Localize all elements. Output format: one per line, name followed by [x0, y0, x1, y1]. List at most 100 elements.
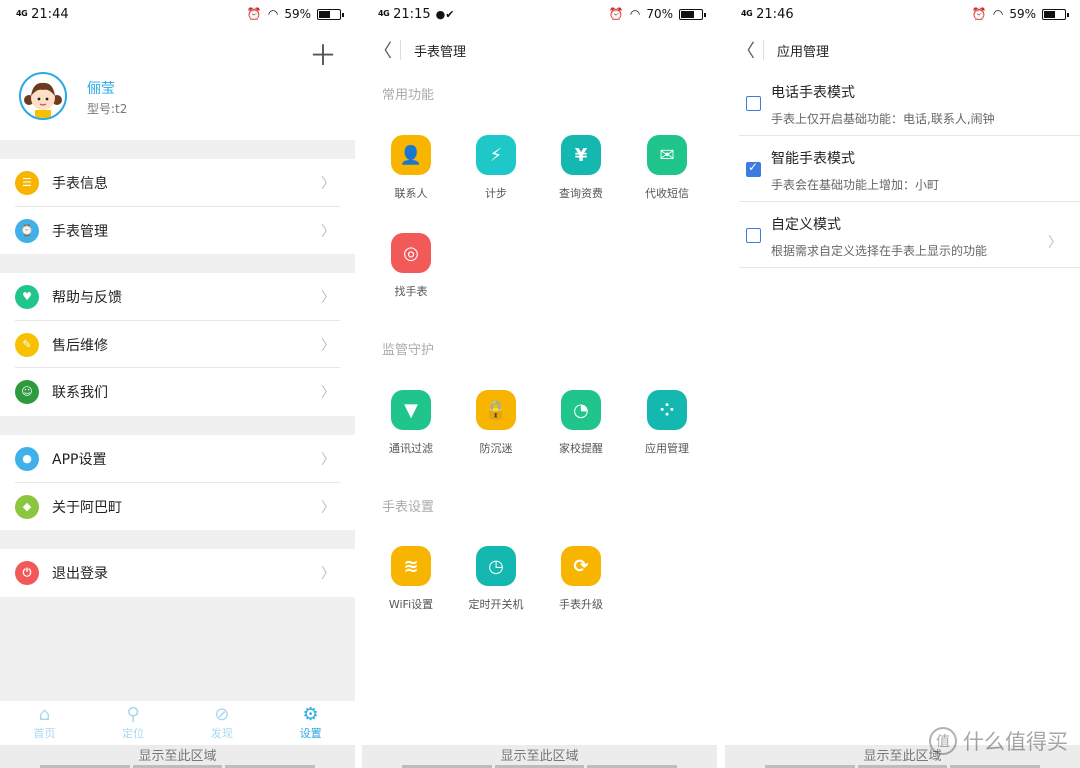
user-name: 俪莹 — [87, 81, 115, 97]
back-arrow-icon[interactable]: 〈 — [374, 37, 394, 63]
tab-settings[interactable]: ⚙ 设置 — [266, 701, 355, 745]
menu-item-logout[interactable]: ⏻ 退出登录 〉 — [0, 549, 355, 596]
alarm-icon: ⏰ — [608, 7, 624, 21]
display-limit-area: 显示至此区域 — [0, 745, 355, 768]
lightning-icon: ⚡ — [476, 135, 516, 175]
signal-icon: 4G — [16, 9, 28, 18]
feature-label: 防沉迷 — [479, 442, 513, 455]
chevron-right-icon: 〉 — [321, 175, 335, 192]
tab-location[interactable]: ⚲ 定位 — [89, 701, 178, 745]
mode-description: 根据需求自定义选择在手表上显示的功能 — [771, 244, 988, 258]
menu-item-watch-manage[interactable]: ⌚ 手表管理 〉 — [0, 207, 355, 254]
battery-fill — [681, 10, 695, 18]
mode-custom[interactable]: 自定义模式 根据需求自定义选择在手表上显示的功能 〉 — [739, 208, 1080, 274]
feature-steps[interactable]: ⚡ 计步 — [456, 135, 536, 201]
repair-icon: ✎ — [15, 332, 39, 357]
divider — [739, 201, 1080, 202]
chevron-right-icon: 〉 — [321, 499, 335, 516]
app-manage-screen: 4G 21:46 ⏰ ◠ 59% 〈 应用管理 电话手表模式 手表上仅开启基础功… — [725, 0, 1080, 768]
battery-fill — [319, 10, 331, 18]
about-icon: ◆ — [15, 494, 39, 519]
yuan-icon: ¥ — [561, 135, 601, 175]
feature-contacts[interactable]: 👤 联系人 — [371, 135, 451, 201]
menu-item-watch-info[interactable]: ☰ 手表信息 〉 — [0, 159, 355, 206]
upgrade-icon: ⟳ — [561, 546, 601, 586]
mode-title: 自定义模式 — [771, 217, 841, 233]
divider — [400, 40, 401, 60]
feature-upgrade[interactable]: ⟳ 手表升级 — [541, 546, 621, 612]
battery-icon — [1042, 8, 1069, 20]
menu-label: 手表信息 — [52, 175, 108, 192]
alarm-icon: ⏰ — [971, 7, 987, 21]
contact-icon: ☺ — [15, 379, 39, 404]
menu-item-about[interactable]: ◆ 关于阿巴町 〉 — [0, 483, 355, 530]
mode-checkbox[interactable] — [746, 228, 761, 243]
chevron-right-icon: 〉 — [321, 565, 335, 582]
menu-label: 关于阿巴町 — [52, 499, 122, 516]
watch-info-icon: ☰ — [15, 170, 39, 195]
contacts-icon: 👤 — [391, 135, 431, 175]
lock-icon: 🔒 — [476, 390, 516, 430]
settings-screen: 4G 21:44 ⏰ ◠ 59% ＋ 俪莹 型号:t2 ☰ 手表信息 〉 ⌚ 手… — [0, 0, 355, 768]
feature-label: 定时开关机 — [468, 598, 524, 611]
help-icon: ♥ — [15, 284, 39, 309]
tab-home[interactable]: ⌂ 首页 — [0, 701, 89, 745]
feature-label: WiFi设置 — [388, 598, 434, 611]
menu-item-help[interactable]: ♥ 帮助与反馈 〉 — [0, 273, 355, 320]
tab-discover[interactable]: ⊘ 发现 — [178, 701, 267, 745]
status-bar: 4G 21:15 ●✔ ⏰ ◠ 70% — [362, 0, 717, 28]
feature-app-manage[interactable]: ⁘ 应用管理 — [627, 390, 707, 456]
plus-icon[interactable]: ＋ — [309, 34, 337, 74]
feature-label: 找手表 — [394, 285, 428, 298]
feature-scheduled-power[interactable]: ◷ 定时开关机 — [456, 546, 536, 612]
mode-smart-watch[interactable]: 智能手表模式 手表会在基础功能上增加：小町 — [739, 142, 1080, 208]
tab-label: 定位 — [122, 727, 145, 740]
mail-icon: ✉ — [647, 135, 687, 175]
signal-icon: 4G — [741, 9, 753, 18]
menu-label: 退出登录 — [52, 565, 108, 582]
display-limit-text: 显示至此区域 — [138, 749, 217, 764]
section-title: 监管守护 — [382, 343, 435, 358]
mode-description: 手表会在基础功能上增加：小町 — [771, 178, 940, 192]
header: 〈 应用管理 — [725, 32, 1080, 68]
divider — [739, 135, 1080, 136]
section-divider — [0, 254, 355, 273]
signal-icon: 4G — [378, 9, 390, 18]
menu-item-app-settings[interactable]: ● APP设置 〉 — [0, 435, 355, 482]
watch-manage-icon: ⌚ — [15, 218, 39, 243]
feature-label: 查询资费 — [559, 187, 603, 200]
battery-icon — [679, 8, 706, 20]
watermark-logo-icon: 值 — [929, 727, 957, 755]
section-divider — [0, 416, 355, 435]
feature-check-fees[interactable]: ¥ 查询资费 — [541, 135, 621, 201]
chevron-right-icon: 〉 — [321, 289, 335, 306]
battery-percent: 70% — [646, 7, 673, 21]
feature-call-filter[interactable]: ▼ 通讯过滤 — [371, 390, 451, 456]
menu-label: APP设置 — [52, 451, 107, 468]
chevron-right-icon: 〉 — [321, 223, 335, 240]
mode-checkbox[interactable] — [746, 96, 761, 111]
feature-sms[interactable]: ✉ 代收短信 — [627, 135, 707, 201]
tab-label: 首页 — [33, 727, 56, 740]
battery-icon — [317, 8, 344, 20]
app-settings-icon: ● — [15, 446, 39, 471]
menu-item-contact[interactable]: ☺ 联系我们 〉 — [0, 368, 355, 415]
mode-phone-watch[interactable]: 电话手表模式 手表上仅开启基础功能：电话,联系人,闹钟 — [739, 76, 1080, 142]
feature-label: 手表升级 — [559, 598, 603, 611]
feature-wifi[interactable]: ≋ WiFi设置 — [371, 546, 451, 612]
feature-anti-addiction[interactable]: 🔒 防沉迷 — [456, 390, 536, 456]
menu-item-repair[interactable]: ✎ 售后维修 〉 — [0, 321, 355, 368]
mode-checkbox[interactable] — [746, 160, 761, 177]
back-arrow-icon[interactable]: 〈 — [737, 37, 757, 63]
feature-label: 联系人 — [394, 187, 428, 200]
avatar[interactable] — [19, 72, 67, 120]
alarm-icon: ⏰ — [246, 7, 262, 21]
chevron-right-icon: 〉 — [321, 384, 335, 401]
feature-school-reminder[interactable]: ◔ 家校提醒 — [541, 390, 621, 456]
display-limit-text: 显示至此区域 — [500, 749, 579, 764]
feature-find-watch[interactable]: ◎ 找手表 — [371, 233, 451, 299]
chevron-right-icon: 〉 — [321, 451, 335, 468]
watch-manage-screen: 4G 21:15 ●✔ ⏰ ◠ 70% 〈 手表管理 常用功能 👤 联系人 ⚡ … — [362, 0, 717, 768]
timer-icon: ◷ — [476, 546, 516, 586]
wifi-icon: ◠ — [267, 7, 279, 21]
